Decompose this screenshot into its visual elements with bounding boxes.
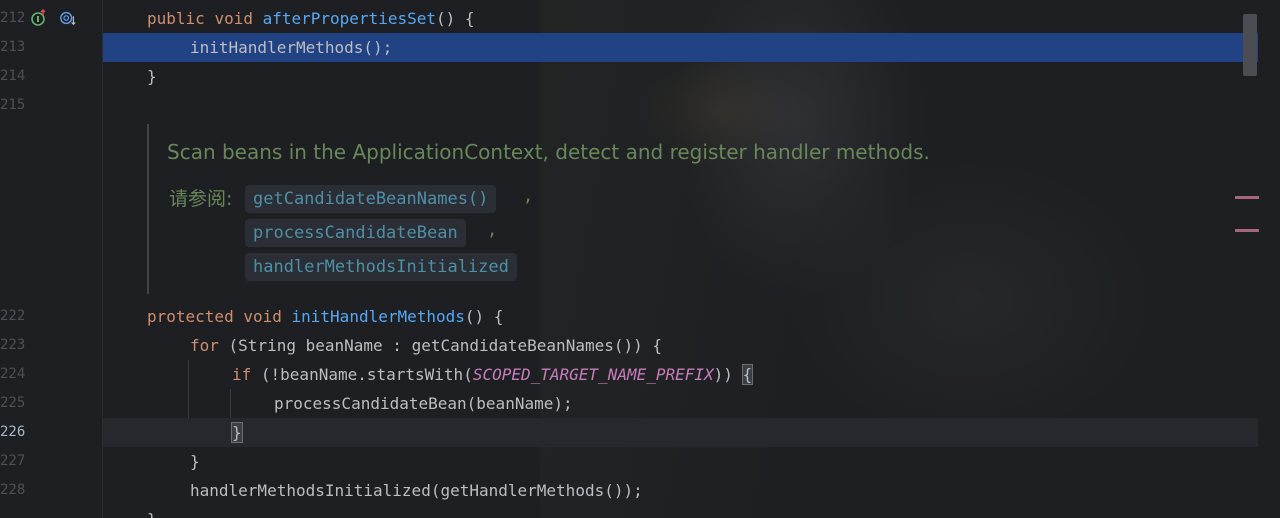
code-text: (String beanName : getCandidateBeanNames… bbox=[218, 336, 663, 355]
keyword: void bbox=[243, 307, 282, 326]
code-text: (!beanName.startsWith( bbox=[251, 365, 473, 384]
code-line-222[interactable]: protected void initHandlerMethods() { bbox=[103, 302, 1258, 331]
line-number: 223 bbox=[0, 337, 26, 353]
line-number: 222 bbox=[0, 308, 26, 324]
code-text: () { bbox=[464, 307, 504, 326]
code-line-213-selected[interactable]: initHandlerMethods(); bbox=[103, 33, 1258, 62]
line-number: 224 bbox=[0, 366, 26, 382]
method-name: afterPropertiesSet bbox=[262, 9, 436, 28]
code-line-226-current[interactable]: } bbox=[103, 418, 1258, 447]
line-number: 228 bbox=[0, 482, 26, 498]
scrollbar-error-marker[interactable] bbox=[1235, 196, 1259, 199]
javadoc-summary: Scan beans in the ApplicationContext, de… bbox=[167, 140, 930, 164]
keyword: void bbox=[214, 9, 253, 28]
javadoc-link-getcandidatebeannames[interactable]: getCandidateBeanNames() bbox=[245, 185, 497, 213]
code-text: initHandlerMethods(); bbox=[190, 38, 393, 57]
keyword: protected bbox=[147, 307, 234, 326]
line-number: 215 bbox=[0, 97, 26, 113]
line-number: 214 bbox=[0, 68, 26, 84]
keyword: if bbox=[232, 365, 252, 384]
line-number: 213 bbox=[0, 39, 26, 55]
line-number: 212 bbox=[0, 10, 26, 26]
line-number-active: 226 bbox=[0, 424, 26, 440]
code-text: } bbox=[147, 67, 157, 86]
code-line-224[interactable]: if (!beanName.startsWith(SCOPED_TARGET_N… bbox=[103, 360, 1258, 389]
matched-brace-open: { bbox=[741, 364, 754, 385]
keyword: public bbox=[147, 9, 205, 28]
code-line-228[interactable]: handlerMethodsInitialized(getHandlerMeth… bbox=[103, 476, 1258, 505]
code-text: } bbox=[147, 510, 157, 518]
javadoc-see-label: 请参阅: bbox=[169, 188, 233, 210]
code-text: )) bbox=[713, 365, 743, 384]
code-text: processCandidateBean(beanName); bbox=[274, 394, 573, 413]
implementation-icon[interactable] bbox=[30, 9, 48, 27]
code-text: handlerMethodsInitialized(getHandlerMeth… bbox=[190, 481, 643, 500]
keyword: for bbox=[190, 336, 219, 355]
javadoc-separator: , bbox=[523, 186, 534, 206]
matched-brace-close: } bbox=[231, 422, 243, 443]
javadoc-link-processcandidatebean[interactable]: processCandidateBean bbox=[245, 219, 466, 247]
method-name: initHandlerMethods bbox=[291, 307, 465, 326]
javadoc-separator: , bbox=[487, 220, 498, 240]
constant-name: SCOPED_TARGET_NAME_PREFIX bbox=[472, 365, 714, 384]
vertical-scrollbar-thumb[interactable] bbox=[1243, 14, 1257, 76]
rendered-javadoc[interactable]: Scan beans in the ApplicationContext, de… bbox=[147, 124, 1199, 294]
code-line-214[interactable]: } bbox=[103, 62, 1258, 91]
line-number: 227 bbox=[0, 453, 26, 469]
code-text: } bbox=[190, 452, 200, 471]
code-line-229[interactable]: } bbox=[103, 505, 1258, 518]
code-line-227[interactable]: } bbox=[103, 447, 1258, 476]
scrollbar-error-marker[interactable] bbox=[1235, 229, 1259, 232]
javadoc-link-handlermethodsinitialized[interactable]: handlerMethodsInitialized bbox=[245, 253, 517, 281]
code-line-223[interactable]: for (String beanName : getCandidateBeanN… bbox=[103, 331, 1258, 360]
code-line-212[interactable]: public void afterPropertiesSet() { bbox=[103, 4, 1258, 33]
code-text: () { bbox=[436, 9, 475, 28]
line-number: 225 bbox=[0, 395, 26, 411]
code-line-225[interactable]: processCandidateBean(beanName); bbox=[103, 389, 1258, 418]
override-icon[interactable] bbox=[59, 9, 77, 27]
line-number-gutter[interactable]: 212 213 214 215 222 223 224 225 226 227 … bbox=[0, 0, 103, 518]
